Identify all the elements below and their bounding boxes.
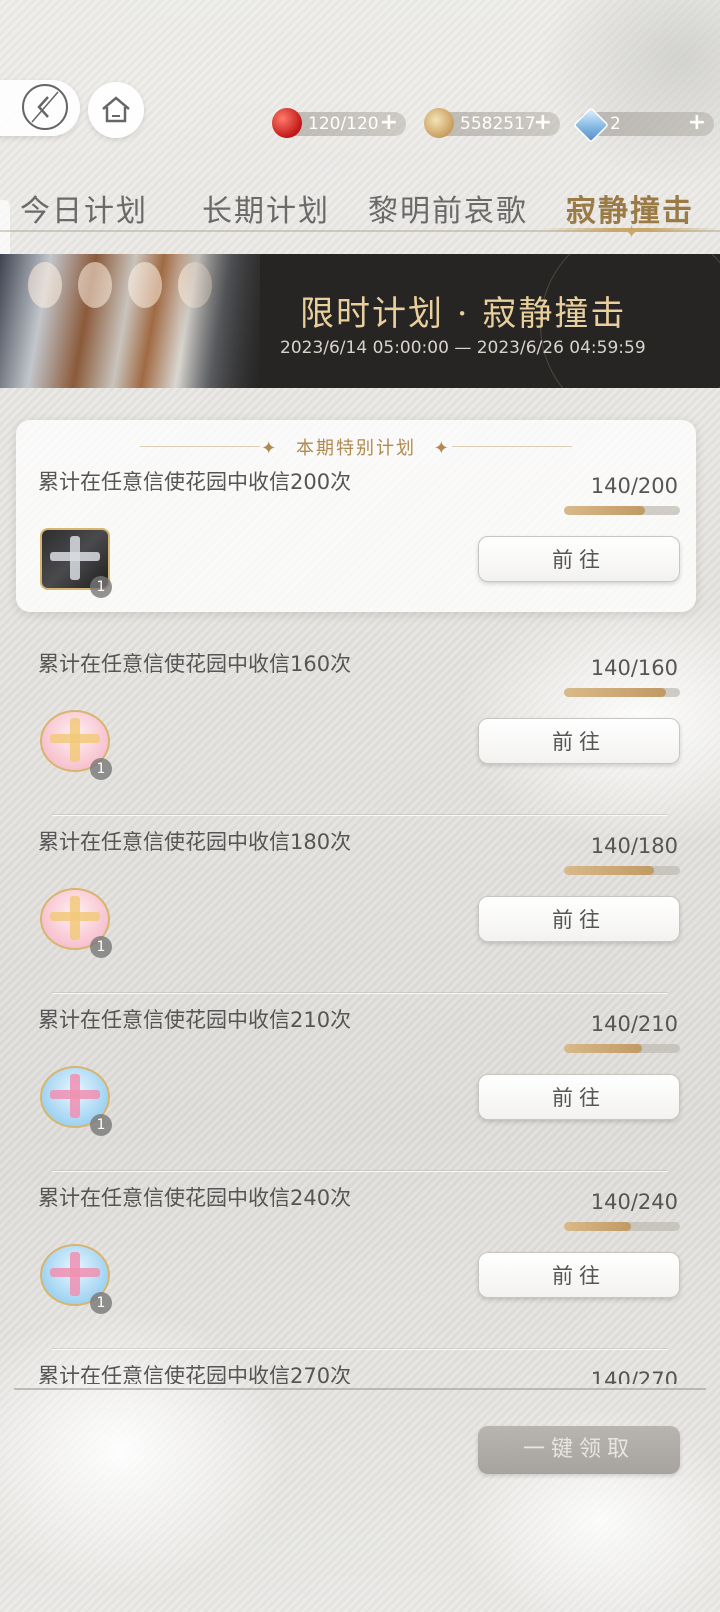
coin-counter[interactable]: 5582517 + <box>424 108 560 138</box>
task-row: 累计在任意信使花园中收信270次 140/270 1 前往 <box>0 1350 720 1384</box>
reward-item[interactable]: 1 <box>38 1238 114 1314</box>
task-row: 累计在任意信使花园中收信210次 140/210 1 前往 <box>0 994 720 1172</box>
task-progress-text: 140/180 <box>590 834 678 858</box>
banner-title: 限时计划 · 寂静撞击 <box>300 294 627 334</box>
add-energy-button[interactable]: + <box>380 111 398 135</box>
task-progress-bar <box>564 866 680 875</box>
tab-bar: 今日计划 长期计划 黎明前哀歌 寂静撞击 ✦ <box>0 178 720 243</box>
diamond-icon <box>572 106 610 144</box>
tab-long-term-plan[interactable]: 长期计划 <box>202 186 330 230</box>
task-progress-text: 140/200 <box>590 474 678 498</box>
task-label: 累计在任意信使花园中收信210次 <box>38 1008 352 1032</box>
back-icon <box>22 84 68 130</box>
home-icon <box>102 96 130 123</box>
task-row: 累计在任意信使花园中收信160次 140/160 1 前往 <box>0 638 720 816</box>
task-progress-bar <box>564 688 680 697</box>
add-coin-button[interactable]: + <box>534 111 552 135</box>
banner-date-range: 2023/6/14 05:00:00 — 2023/6/26 04:59:59 <box>280 338 646 358</box>
task-row: 累计在任意信使花园中收信200次 140/200 1 前往 <box>0 456 720 634</box>
reward-quantity: 1 <box>90 1114 112 1136</box>
task-progress-bar <box>564 506 680 515</box>
task-progress-bar <box>564 1044 680 1053</box>
task-label: 累计在任意信使花园中收信160次 <box>38 652 352 676</box>
reward-quantity: 1 <box>90 758 112 780</box>
reward-item[interactable]: 1 <box>38 704 114 780</box>
tab-today-plan[interactable]: 今日计划 <box>20 186 148 230</box>
claim-all-button[interactable]: 一键领取 <box>478 1426 680 1474</box>
task-progress-bar <box>564 1222 680 1231</box>
reward-quantity: 1 <box>90 576 112 598</box>
energy-value: 120/120 <box>308 114 379 134</box>
task-label: 累计在任意信使花园中收信180次 <box>38 830 352 854</box>
list-divider <box>14 1388 706 1390</box>
task-progress-text: 140/210 <box>590 1012 678 1036</box>
home-button[interactable] <box>88 82 144 138</box>
reward-quantity: 1 <box>90 936 112 958</box>
task-label: 累计在任意信使花园中收信270次 <box>38 1364 352 1384</box>
go-button[interactable]: 前往 <box>478 718 680 764</box>
tab-dawn-elegy[interactable]: 黎明前哀歌 <box>368 186 528 230</box>
task-progress-text: 140/160 <box>590 656 678 680</box>
add-diamond-button[interactable]: + <box>688 111 706 135</box>
task-row: 累计在任意信使花园中收信240次 140/240 1 前往 <box>0 1172 720 1350</box>
coin-icon <box>424 108 454 138</box>
task-row: 累计在任意信使花园中收信180次 140/180 1 前往 <box>0 816 720 994</box>
coin-value: 5582517 <box>460 114 536 134</box>
task-progress-text: 140/240 <box>590 1190 678 1214</box>
task-label: 累计在任意信使花园中收信200次 <box>38 470 352 494</box>
reward-item[interactable]: 1 <box>38 882 114 958</box>
diamond-value: 2 <box>610 114 621 134</box>
go-button[interactable]: 前往 <box>478 536 680 582</box>
event-banner: 限时计划 · 寂静撞击 2023/6/14 05:00:00 — 2023/6/… <box>0 254 720 388</box>
task-progress-text: 140/270 <box>590 1368 678 1384</box>
go-button[interactable]: 前往 <box>478 896 680 942</box>
reward-item[interactable]: 1 <box>38 1060 114 1136</box>
apple-icon <box>272 108 302 138</box>
go-button[interactable]: 前往 <box>478 1252 680 1298</box>
sparkle-icon: ✦ <box>624 222 640 243</box>
energy-counter[interactable]: 120/120 + <box>272 108 406 138</box>
diamond-counter[interactable]: 2 + <box>572 106 714 144</box>
reward-quantity: 1 <box>90 1292 112 1314</box>
go-button[interactable]: 前往 <box>478 1074 680 1120</box>
task-label: 累计在任意信使花园中收信240次 <box>38 1186 352 1210</box>
back-button[interactable] <box>0 80 80 136</box>
reward-item[interactable]: 1 <box>38 522 114 598</box>
